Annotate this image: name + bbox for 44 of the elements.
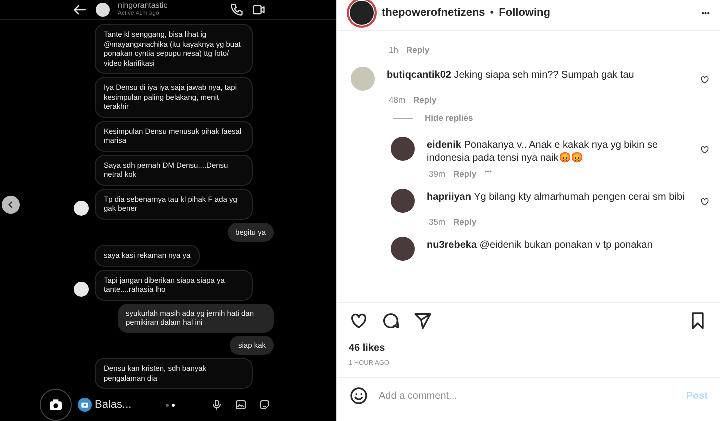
image-icon[interactable] bbox=[235, 399, 247, 411]
comment-text: hapriiyan Yg bilang kty almarhumah pengen cerai sm bibi bbox=[427, 191, 686, 204]
heart-icon[interactable] bbox=[700, 197, 710, 207]
comment-time: 39m bbox=[429, 169, 446, 179]
avatar bbox=[351, 67, 375, 91]
account-avatar bbox=[347, 0, 377, 28]
send-icon[interactable] bbox=[413, 311, 433, 331]
comment-text: butiqcantik02 Jeking siapa seh min?? Sumpah gak tau bbox=[387, 69, 636, 82]
camera-icon bbox=[48, 397, 64, 413]
video-camera-icon[interactable] bbox=[252, 2, 266, 16]
comment-time: 48m bbox=[389, 95, 406, 105]
phone-icon[interactable] bbox=[230, 2, 244, 16]
avatar bbox=[96, 2, 110, 16]
comment-text: nu3rebeka @eidenik bukan ponakan v tp ponakan bbox=[427, 239, 654, 252]
like-count[interactable]: 46 likes bbox=[337, 335, 720, 354]
comment-time: 35m bbox=[429, 217, 446, 227]
avatar bbox=[391, 137, 415, 161]
emoji-icon[interactable] bbox=[349, 386, 369, 406]
comment-icon[interactable] bbox=[381, 311, 401, 331]
avatar bbox=[391, 237, 415, 261]
reply-link[interactable]: Reply bbox=[406, 45, 430, 55]
page-indicator bbox=[164, 402, 177, 408]
reply-link[interactable]: Reply bbox=[454, 169, 477, 179]
camera-icon bbox=[80, 400, 90, 410]
account-name[interactable]: thepowerofnetizens bbox=[382, 7, 486, 19]
microphone-icon[interactable] bbox=[211, 399, 223, 411]
heart-icon[interactable] bbox=[349, 311, 369, 331]
comment-text: eidenik Ponakanya v.. Anak e kakak nya yg bikin se indonesia pada tensi nya naik😡😡 bbox=[427, 139, 660, 165]
reply-link[interactable]: Reply bbox=[454, 217, 477, 227]
reply-link[interactable]: Reply bbox=[414, 95, 437, 105]
sticker-icon[interactable] bbox=[259, 399, 271, 411]
more-options-button[interactable]: ••• bbox=[702, 8, 710, 18]
hide-replies-link[interactable]: Hide replies bbox=[425, 113, 474, 123]
following-button[interactable]: Following bbox=[499, 7, 550, 19]
heart-icon[interactable] bbox=[700, 145, 710, 155]
separator-dot: • bbox=[490, 7, 494, 19]
comment-time: 1h bbox=[389, 45, 398, 55]
avatar bbox=[391, 189, 415, 213]
chat-username: ningorantastic bbox=[118, 2, 169, 10]
previous-button[interactable] bbox=[2, 196, 20, 214]
reply-input[interactable]: Balas... bbox=[95, 399, 155, 411]
camera-button[interactable] bbox=[40, 389, 72, 421]
heart-icon[interactable] bbox=[700, 75, 710, 85]
gallery-button[interactable] bbox=[78, 398, 92, 412]
